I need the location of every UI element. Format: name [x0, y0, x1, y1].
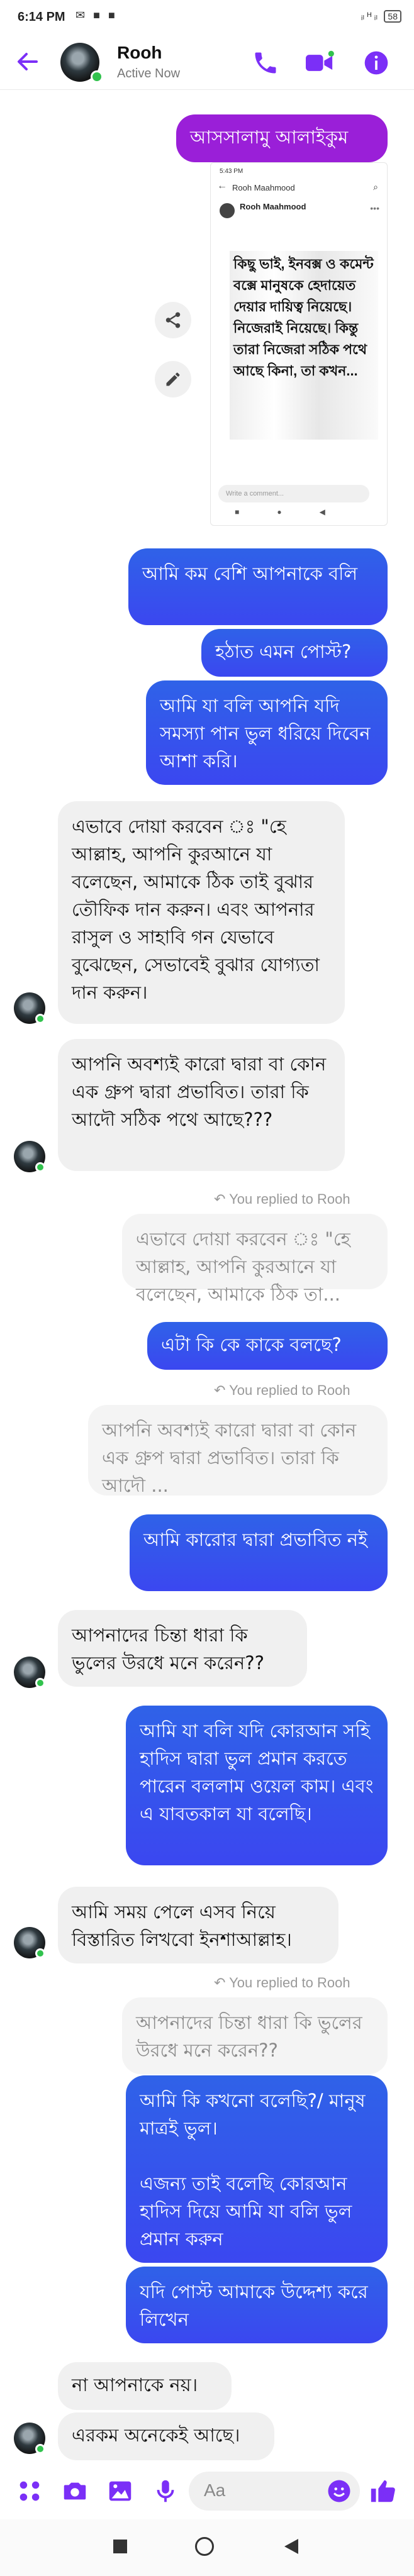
screenshot-more-icon: •••: [370, 203, 379, 213]
online-indicator: [35, 1162, 45, 1172]
screenshot-comment-input: Write a comment...: [218, 485, 369, 502]
status-bar: 6:14 PM ✉ ■ ■ ᵢₗ ᴴ ᵢₗ 58: [0, 0, 414, 38]
screenshot-author-name: Rooh Maahmood: [240, 202, 306, 211]
apps-grid-icon[interactable]: [15, 2477, 44, 2506]
message-received[interactable]: আপনি অবশ্যই কারো দ্বারা বা কোন এক গ্রুপ …: [58, 1039, 345, 1171]
edit-pencil-icon[interactable]: [155, 361, 191, 397]
sender-avatar[interactable]: [14, 1657, 45, 1688]
message-received[interactable]: আপনাদের চিন্তা ধারা কি ভুলের উরধে মনে কর…: [58, 1610, 307, 1687]
sender-avatar[interactable]: [14, 992, 45, 1024]
online-indicator: [35, 1678, 45, 1688]
online-indicator: [35, 1014, 45, 1024]
thumbs-up-icon[interactable]: [369, 2477, 398, 2506]
home-icon[interactable]: [195, 2537, 214, 2556]
reply-arrow-icon: ↶: [214, 1382, 230, 1398]
shared-screenshot-image[interactable]: 5:43 PM ← Rooh Maahmood ⌕ Rooh Maahmood …: [210, 162, 388, 526]
screenshot-time: 5:43 PM: [220, 168, 243, 175]
recent-apps-icon[interactable]: [113, 2540, 127, 2553]
message-input[interactable]: Aa: [189, 2472, 360, 2511]
screenshot-nav-bar: ■●◀: [235, 508, 363, 516]
replied-label: ↶ You replied to Rooh: [214, 1382, 350, 1398]
reply-arrow-icon: ↶: [214, 1975, 230, 1990]
signal-icons: ᵢₗ ᴴ ᵢₗ: [361, 11, 378, 22]
online-indicator: [91, 70, 103, 83]
screenshot-page-name: Rooh Maahmood: [232, 183, 295, 192]
notification-icons: ✉ ■ ■: [76, 9, 118, 21]
screenshot-post-text: কিছু ভাই, ইনবক্স ও কমেন্ট বক্সে মানুষকে …: [230, 251, 378, 440]
sender-avatar[interactable]: [14, 1927, 45, 1958]
reply-arrow-icon: ↶: [214, 1191, 230, 1207]
message-sent[interactable]: আমি যা বলি আপনি যদি সমস্যা পান ভুল ধরিয়…: [146, 680, 388, 785]
quoted-message[interactable]: আপনাদের চিন্তা ধারা কি ভুলের উরধে মনে কর…: [122, 1997, 388, 2074]
online-indicator: [35, 2444, 45, 2454]
screenshot-author-avatar: [220, 203, 235, 218]
active-status: Active Now: [117, 67, 181, 80]
camera-icon[interactable]: [60, 2477, 89, 2506]
signal-battery: ᵢₗ ᴴ ᵢₗ 58: [361, 10, 401, 23]
video-call-icon[interactable]: [305, 49, 334, 77]
message-input-placeholder: Aa: [204, 2480, 226, 2500]
message-composer: Aa: [0, 2463, 414, 2519]
message-received[interactable]: আমি সময় পেলে এসব নিয়ে বিস্তারিত লিখবো …: [58, 1887, 338, 1963]
replied-label: ↶ You replied to Rooh: [214, 1191, 350, 1207]
message-sent[interactable]: এটা কি কে কাকে বলছে?: [147, 1322, 388, 1370]
message-sent[interactable]: যদি পোস্ট আমাকে উদ্দেশ্য করে লিখেন: [126, 2267, 388, 2343]
chat-header: Rooh Active Now: [0, 38, 414, 90]
message-sent[interactable]: আমি কারোর দ্বারা প্রভাবিত নই: [130, 1514, 388, 1591]
message-sent[interactable]: আমি যা বলি যদি কোরআন সহি হাদিস দ্বারা ভু…: [126, 1706, 388, 1865]
info-icon[interactable]: [362, 49, 390, 77]
message-received[interactable]: না আপনাকে নয়।: [58, 2362, 232, 2410]
message-received[interactable]: এরকম অনেকেই আছে।: [58, 2412, 274, 2460]
contact-name[interactable]: Rooh: [117, 43, 162, 63]
system-nav-bar: [0, 2519, 414, 2576]
back-nav-icon[interactable]: [283, 2538, 299, 2558]
back-arrow-icon[interactable]: [15, 49, 40, 74]
phone-call-icon[interactable]: [252, 49, 279, 77]
message-received[interactable]: এভাবে দোয়া করবেন ঃ "হে আল্লাহ, আপনি কুর…: [58, 801, 345, 1024]
sender-avatar[interactable]: [14, 1141, 45, 1172]
online-indicator: [35, 1948, 45, 1958]
screenshot-back-icon: ←: [217, 180, 227, 191]
message-sent-greeting[interactable]: আসসালামু আলাইকুম: [176, 114, 388, 162]
status-time: 6:14 PM: [18, 10, 65, 24]
microphone-icon[interactable]: [151, 2477, 180, 2506]
sender-avatar[interactable]: [14, 2423, 45, 2454]
battery-icon: 58: [384, 10, 401, 23]
message-sent[interactable]: আমি কি কখনো বলেছি?/ মানুষ মাত্রই ভুল। এজ…: [126, 2075, 388, 2263]
emoji-icon[interactable]: [326, 2478, 352, 2507]
share-icon[interactable]: [155, 302, 191, 338]
gallery-icon[interactable]: [106, 2477, 135, 2506]
screenshot-search-icon: ⌕: [373, 182, 378, 192]
replied-label: ↶ You replied to Rooh: [214, 1975, 350, 1990]
quoted-message[interactable]: এভাবে দোয়া করবেন ঃ "হে আল্লাহ, আপনি কুর…: [122, 1214, 388, 1305]
quoted-message[interactable]: আপনি অবশ্যই কারো দ্বারা বা কোন এক গ্রুপ …: [88, 1405, 388, 1496]
message-sent[interactable]: হঠাত এমন পোস্ট?: [201, 629, 388, 677]
message-sent[interactable]: আমি কম বেশি আপনাকে বলি: [128, 548, 388, 625]
